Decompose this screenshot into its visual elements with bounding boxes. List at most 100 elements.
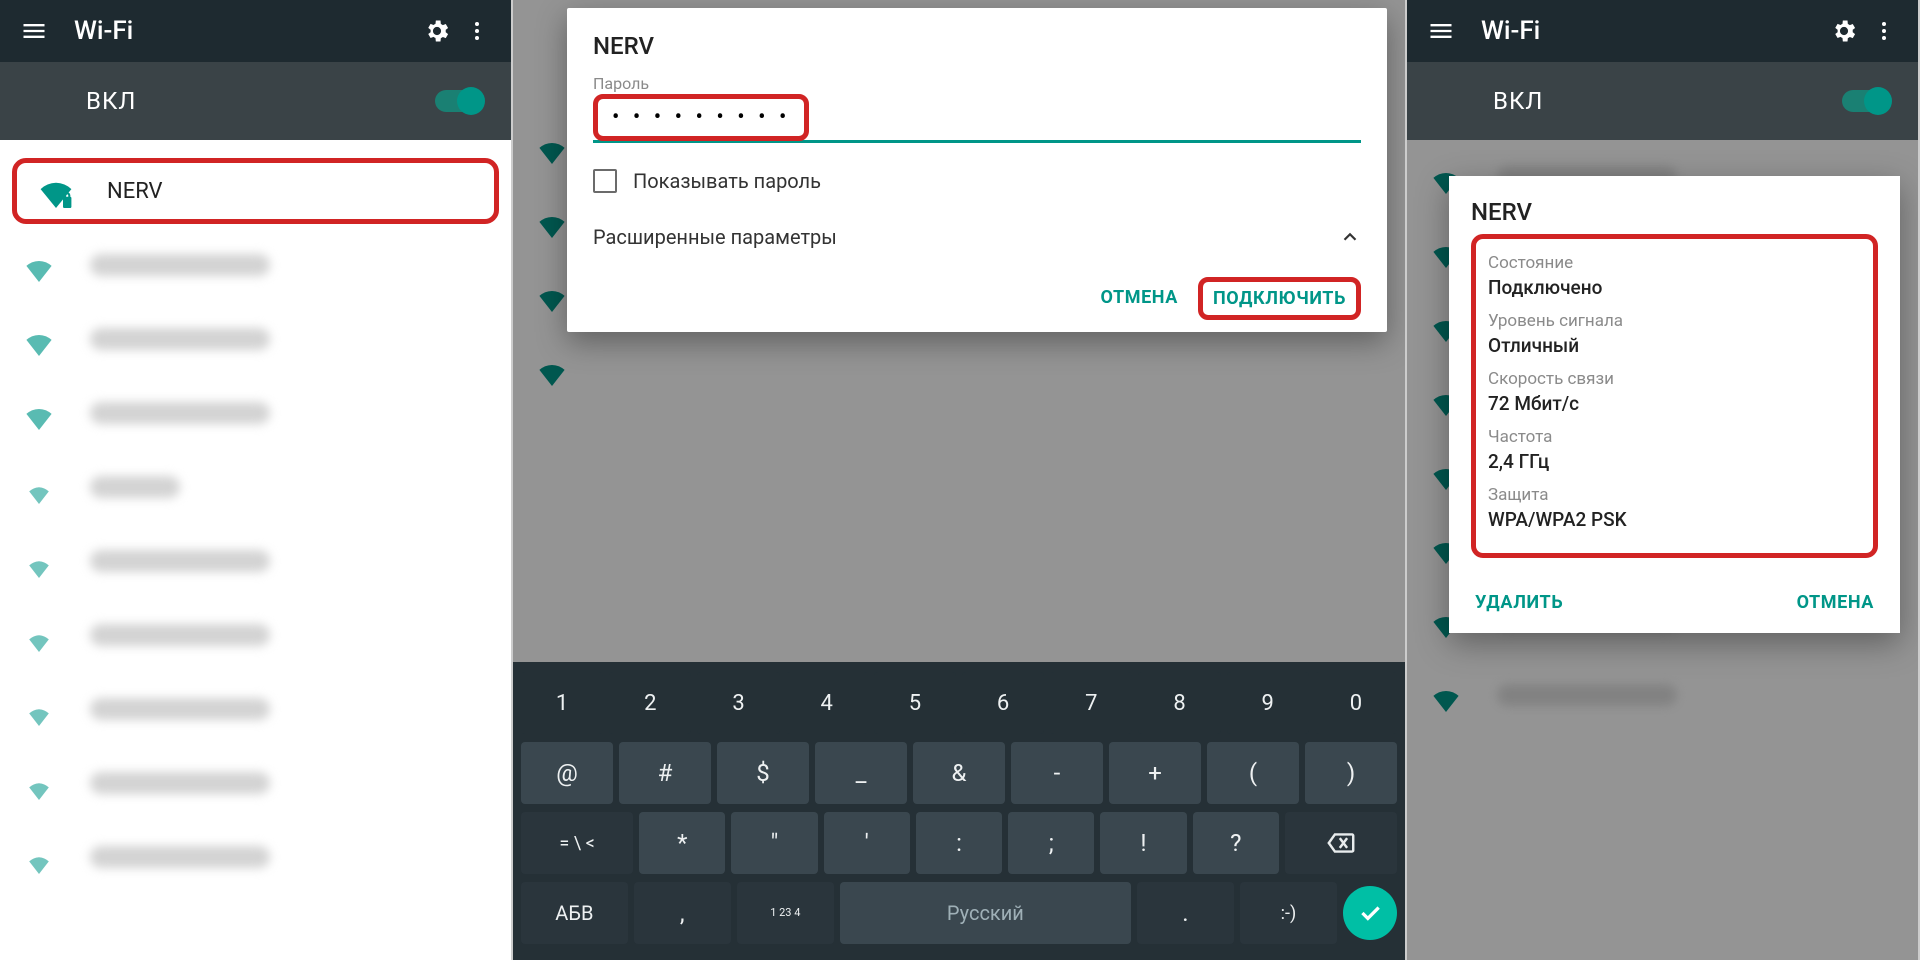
detail-item: Защита WPA/WPA2 PSK <box>1488 485 1861 531</box>
key-[interactable]: ? <box>1193 812 1279 874</box>
detail-item: Уровень сигналаОтличный <box>1488 311 1861 357</box>
key-5[interactable]: 5 <box>874 672 956 734</box>
dialog-actions: ОТМЕНА ПОДКЛЮЧИТЬ <box>593 271 1361 320</box>
password-input[interactable]: • • • • • • • • • <box>593 95 1361 143</box>
wifi-row-blurred[interactable] <box>0 746 511 820</box>
cancel-button[interactable]: ОТМЕНА <box>1097 277 1182 320</box>
key-switch-special[interactable]: = \ < <box>521 812 633 874</box>
key-[interactable]: ) <box>1305 742 1397 804</box>
wifi-signal-icon <box>22 322 56 356</box>
key-[interactable]: @ <box>521 742 613 804</box>
key-0[interactable]: 0 <box>1315 672 1397 734</box>
key-[interactable]: + <box>1109 742 1201 804</box>
show-password-row[interactable]: Показывать пароль <box>593 169 1361 193</box>
key-[interactable]: ( <box>1207 742 1299 804</box>
key-backspace[interactable] <box>1285 812 1397 874</box>
checkbox-icon[interactable] <box>593 169 617 193</box>
forget-button[interactable]: УДАЛИТЬ <box>1471 582 1567 623</box>
wifi-row-nerv[interactable]: NERV <box>17 163 494 219</box>
screenshot-panel-2: NERV Пароль • • • • • • • • • Показывать… <box>513 0 1407 960</box>
key-period[interactable]: . <box>1137 882 1234 944</box>
wifi-row-blurred[interactable] <box>0 820 511 894</box>
wifi-signal-icon <box>22 766 56 800</box>
key-[interactable]: : <box>916 812 1002 874</box>
wifi-row-blurred[interactable] <box>0 302 511 376</box>
key-4[interactable]: 4 <box>786 672 868 734</box>
key-2[interactable]: 2 <box>609 672 691 734</box>
wifi-row-blurred[interactable] <box>0 598 511 672</box>
hamburger-icon[interactable] <box>1421 11 1461 51</box>
key-[interactable]: ; <box>1008 812 1094 874</box>
overflow-icon[interactable] <box>457 11 497 51</box>
key-[interactable]: ! <box>1100 812 1186 874</box>
wifi-details-dialog: NERV СостояниеПодключеноУровень сигналаО… <box>1449 176 1900 633</box>
key-enter[interactable] <box>1343 886 1397 940</box>
appbar-title: Wi-Fi <box>1481 16 1824 46</box>
key-9[interactable]: 9 <box>1227 672 1309 734</box>
password-field-label: Пароль <box>593 74 1361 93</box>
wifi-row-blurred-label <box>90 846 270 868</box>
key-[interactable]: * <box>639 812 725 874</box>
gear-icon[interactable] <box>417 11 457 51</box>
wifi-master-toggle-row: ВКЛ <box>1407 62 1918 140</box>
wifi-network-list: NERV <box>0 158 511 894</box>
gear-icon[interactable] <box>1824 11 1864 51</box>
key-1[interactable]: 1 <box>521 672 603 734</box>
cancel-button[interactable]: ОТМЕНА <box>1793 582 1878 623</box>
overflow-icon[interactable] <box>1864 11 1904 51</box>
connect-button[interactable]: ПОДКЛЮЧИТЬ <box>1198 277 1361 320</box>
wifi-toggle[interactable] <box>1842 90 1890 112</box>
key-[interactable]: _ <box>815 742 907 804</box>
key-[interactable]: & <box>913 742 1005 804</box>
key-space[interactable]: Русский <box>840 882 1131 944</box>
wifi-row-blurred[interactable] <box>0 672 511 746</box>
key-[interactable]: - <box>1011 742 1103 804</box>
key-[interactable]: ' <box>824 812 910 874</box>
wifi-row-blurred-label <box>90 402 270 424</box>
wifi-toggle[interactable] <box>435 90 483 112</box>
detail-label: Уровень сигнала <box>1488 311 1861 331</box>
toggle-label: ВКЛ <box>86 87 435 115</box>
detail-item: Скорость связи72 Мбит/с <box>1488 369 1861 415</box>
key-underscore-numeric[interactable]: 1 23 4 <box>737 882 834 944</box>
wifi-signal-icon <box>22 840 56 874</box>
wifi-row-blurred[interactable] <box>0 228 511 302</box>
key-8[interactable]: 8 <box>1138 672 1220 734</box>
wifi-row-blurred[interactable] <box>0 376 511 450</box>
wifi-row-blurred-label <box>90 476 180 498</box>
dialog-title: NERV <box>593 32 1361 60</box>
wifi-signal-icon <box>22 396 56 430</box>
wifi-row-blurred-label <box>90 328 270 350</box>
detail-item: СостояниеПодключено <box>1488 253 1861 299</box>
key-smiley[interactable]: :-) <box>1240 882 1337 944</box>
hamburger-icon[interactable] <box>14 11 54 51</box>
chevron-up-icon <box>1339 226 1361 248</box>
key-7[interactable]: 7 <box>1050 672 1132 734</box>
detail-value: WPA/WPA2 PSK <box>1488 508 1861 531</box>
advanced-options-label: Расширенные параметры <box>593 225 837 249</box>
password-masked-value: • • • • • • • • • <box>593 94 809 141</box>
wifi-row-blurred-label <box>90 550 270 572</box>
wifi-row-blurred[interactable] <box>0 450 511 524</box>
highlighted-details: СостояниеПодключено Уровень сигналаОтличн… <box>1471 234 1878 558</box>
advanced-options-row[interactable]: Расширенные параметры <box>593 203 1361 271</box>
appbar-title: Wi-Fi <box>74 16 417 46</box>
appbar: Wi-Fi <box>0 0 511 62</box>
key-comma[interactable]: , <box>634 882 731 944</box>
wifi-signal-icon <box>22 544 56 578</box>
detail-value: 72 Мбит/с <box>1488 392 1861 415</box>
key-3[interactable]: 3 <box>697 672 779 734</box>
key-6[interactable]: 6 <box>962 672 1044 734</box>
key-[interactable]: $ <box>717 742 809 804</box>
keyboard-row-symbols-1: @#$_&-+() <box>521 742 1397 804</box>
on-screen-keyboard: 1234567890 @#$_&-+() = \ < *"':;!? АБВ ,… <box>513 662 1405 960</box>
key-[interactable]: # <box>619 742 711 804</box>
wifi-row-blurred-label <box>90 772 270 794</box>
key-[interactable]: " <box>731 812 817 874</box>
wifi-row-blurred[interactable] <box>0 524 511 598</box>
key-switch-abc[interactable]: АБВ <box>521 882 628 944</box>
toggle-label: ВКЛ <box>1493 87 1842 115</box>
highlighted-network: NERV <box>12 158 499 224</box>
keyboard-row-bottom: АБВ , 1 23 4 Русский . :-) <box>521 882 1397 944</box>
detail-label: Защита <box>1488 485 1861 505</box>
